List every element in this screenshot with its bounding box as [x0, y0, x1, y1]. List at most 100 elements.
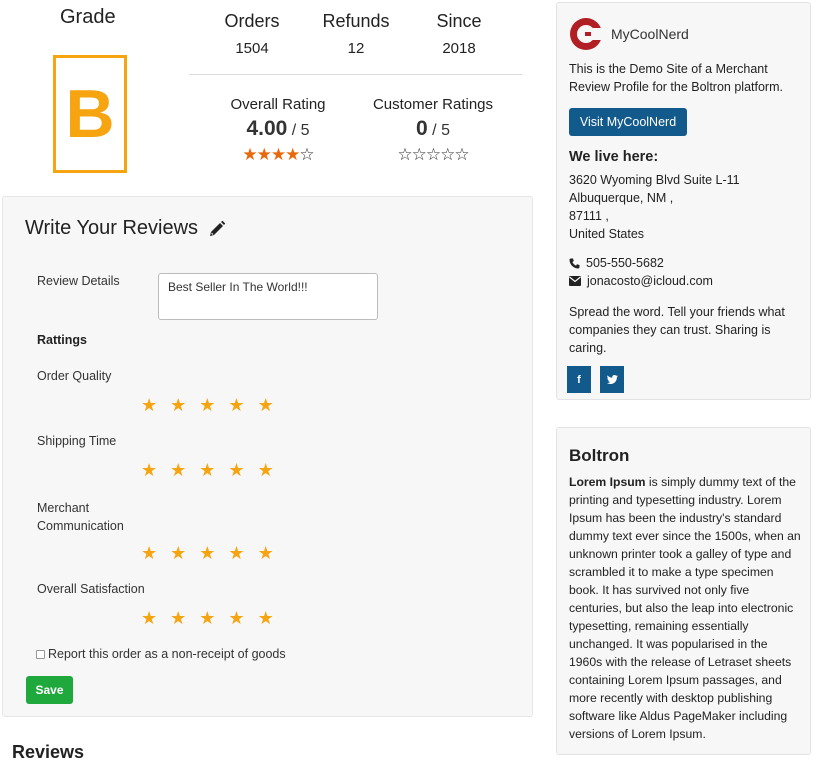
stat-since: Since 2018: [404, 11, 514, 57]
write-review-heading: Write Your Reviews: [25, 217, 226, 240]
rating-star-icon[interactable]: ★: [228, 461, 244, 479]
rating-star-icon[interactable]: ★: [228, 544, 244, 562]
facebook-icon: f: [577, 373, 581, 386]
grade-title: Grade: [60, 6, 116, 28]
write-review-title: Write Your Reviews: [25, 217, 199, 239]
twitter-share-button[interactable]: [600, 366, 624, 393]
star-filled-icon: ★: [242, 145, 257, 164]
merchant-card: MyCoolNerd This is the Demo Site of a Me…: [556, 2, 811, 400]
share-text: Spread the word. Tell your friends what …: [569, 305, 785, 355]
phone-icon: [569, 258, 580, 268]
stat-label: Since: [436, 11, 482, 31]
address-line: Albuquerque, NM ,: [569, 191, 674, 205]
star-filled-icon: ★: [270, 145, 286, 164]
grade-letter: B: [65, 76, 115, 152]
stat-orders: Orders 1504: [197, 11, 307, 57]
rating-star-icon[interactable]: ★: [170, 609, 186, 627]
rating-star-icon[interactable]: ★: [228, 396, 244, 414]
about-title: Boltron: [569, 446, 630, 465]
address-block: 3620 Wyoming Blvd Suite L-11 Albuquerque…: [569, 171, 740, 243]
customer-rating-label: Customer Ratings: [372, 96, 494, 113]
rating-star-icon[interactable]: ★: [199, 544, 215, 562]
overall-rating: Overall Rating 4.00 / 5 ★★★★☆: [203, 96, 353, 165]
rating-star-icon[interactable]: ★: [141, 396, 157, 414]
non-receipt-label[interactable]: Report this order as a non-receipt of go…: [48, 647, 286, 661]
about-text: is simply dummy text of the printing and…: [569, 475, 801, 741]
address-line: United States: [569, 227, 645, 241]
rating-star-icon[interactable]: ★: [199, 609, 215, 627]
phone-row: 505-550-5682: [569, 256, 664, 270]
rating-star-icon[interactable]: ★: [258, 396, 274, 414]
rating-star-icon[interactable]: ★: [258, 461, 274, 479]
overall-satisfaction-stars[interactable]: ★ ★ ★ ★ ★: [141, 609, 274, 627]
customer-rating-max: / 5: [432, 122, 450, 139]
stat-label: Orders: [224, 11, 280, 31]
stat-refunds: Refunds 12: [301, 11, 411, 57]
save-button[interactable]: Save: [26, 676, 73, 704]
envelope-icon: [569, 276, 581, 286]
visit-merchant-button[interactable]: Visit MyCoolNerd: [569, 108, 687, 136]
non-receipt-checkbox[interactable]: [36, 649, 45, 659]
star-filled-icon: ★: [285, 145, 300, 164]
star-empty-icon: ☆: [454, 145, 469, 164]
shipping-time-stars[interactable]: ★ ★ ★ ★ ★: [141, 461, 274, 479]
pencil-icon: [210, 220, 226, 236]
star-empty-icon: ☆: [440, 145, 455, 164]
rating-star-icon[interactable]: ★: [228, 609, 244, 627]
star-empty-icon: ☆: [425, 145, 441, 164]
rating-star-icon[interactable]: ★: [141, 609, 157, 627]
stats-divider: [189, 74, 522, 75]
email-address[interactable]: jonacosto@icloud.com: [587, 274, 713, 288]
customer-rating-stars: ☆☆☆☆☆: [358, 145, 508, 165]
reviews-heading: Reviews: [12, 742, 85, 762]
overall-rating-stars: ★★★★☆: [203, 145, 353, 165]
rating-star-icon[interactable]: ★: [170, 396, 186, 414]
rating-star-icon[interactable]: ★: [199, 396, 215, 414]
merchant-logo-icon: [570, 18, 603, 50]
rating-star-icon[interactable]: ★: [258, 544, 274, 562]
star-filled-icon: ★: [256, 145, 272, 164]
overall-rating-value: 4.00: [246, 117, 288, 140]
phone-number[interactable]: 505-550-5682: [586, 256, 664, 270]
about-lead: Lorem Ipsum: [569, 475, 646, 489]
star-empty-icon: ☆: [397, 145, 412, 164]
rating-star-icon[interactable]: ★: [170, 544, 186, 562]
review-details-input[interactable]: Best Seller In The World!!!: [158, 273, 378, 320]
merchant-communication-label: Merchant Communication: [37, 501, 124, 533]
customer-rating: Customer Ratings 0 / 5 ☆☆☆☆☆: [358, 96, 508, 165]
twitter-icon: [606, 375, 618, 384]
email-row: jonacosto@icloud.com: [569, 274, 713, 288]
grade-badge: B: [53, 55, 127, 173]
review-details-label: Review Details: [37, 274, 120, 288]
customer-rating-value: 0: [416, 117, 428, 140]
shipping-time-label: Shipping Time: [37, 434, 117, 448]
ratings-heading: Rattings: [37, 333, 87, 347]
merchant-description: This is the Demo Site of a Merchant Revi…: [569, 62, 783, 94]
rating-star-icon[interactable]: ★: [141, 461, 157, 479]
star-empty-icon: ☆: [411, 145, 427, 164]
overall-satisfaction-label: Overall Satisfaction: [37, 582, 145, 596]
about-body: Lorem Ipsum is simply dummy text of the …: [569, 473, 801, 743]
facebook-share-button[interactable]: f: [567, 366, 591, 393]
order-quality-label: Order Quality: [37, 369, 112, 383]
non-receipt-row: Report this order as a non-receipt of go…: [36, 647, 286, 661]
overall-rating-max: / 5: [291, 122, 310, 139]
rating-star-icon[interactable]: ★: [141, 544, 157, 562]
stat-value: 2018: [442, 40, 476, 57]
address-line: 3620 Wyoming Blvd Suite L-11: [569, 173, 740, 187]
order-quality-stars[interactable]: ★ ★ ★ ★ ★: [141, 396, 274, 414]
about-card: Boltron Lorem Ipsum is simply dummy text…: [556, 427, 811, 755]
stat-label: Refunds: [322, 11, 390, 31]
rating-star-icon[interactable]: ★: [170, 461, 186, 479]
merchant-brand[interactable]: MyCoolNerd: [569, 17, 689, 51]
stat-value: 12: [347, 40, 365, 57]
merchant-name: MyCoolNerd: [611, 26, 689, 42]
rating-star-icon[interactable]: ★: [199, 461, 215, 479]
rating-star-icon[interactable]: ★: [258, 609, 274, 627]
stat-value: 1504: [235, 40, 269, 57]
address-line: 87111 ,: [569, 209, 609, 223]
overall-rating-label: Overall Rating: [230, 96, 326, 113]
star-empty-icon: ☆: [299, 145, 314, 164]
merchant-communication-stars[interactable]: ★ ★ ★ ★ ★: [141, 544, 274, 562]
write-review-panel: Write Your Reviews Review Details Best S…: [2, 196, 533, 717]
